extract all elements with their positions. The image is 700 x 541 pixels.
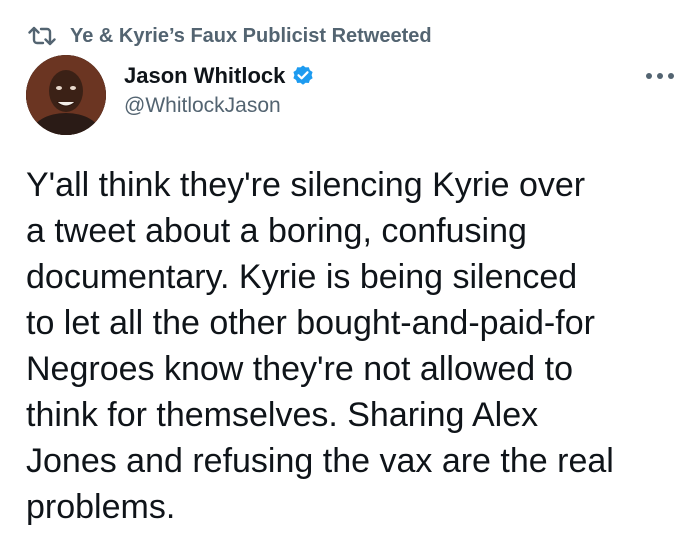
tweet-text: Y'all think they're silencing Kyrie over…	[26, 166, 614, 526]
retweet-label: Ye & Kyrie’s Faux Publicist Retweeted	[70, 24, 432, 47]
tweet-card[interactable]: Ye & Kyrie’s Faux Publicist Retweeted Ja…	[0, 0, 700, 541]
display-name[interactable]: Jason Whitlock	[124, 63, 285, 89]
name-row: Jason Whitlock	[124, 62, 315, 90]
retweet-icon	[28, 24, 58, 48]
avatar[interactable]	[26, 55, 106, 135]
retweet-context[interactable]: Ye & Kyrie’s Faux Publicist Retweeted	[28, 22, 432, 50]
handle[interactable]: @WhitlockJason	[124, 94, 315, 118]
more-options-icon[interactable]	[642, 62, 678, 90]
verified-badge-icon	[291, 64, 315, 88]
author-block[interactable]: Jason Whitlock @WhitlockJason	[124, 62, 315, 118]
